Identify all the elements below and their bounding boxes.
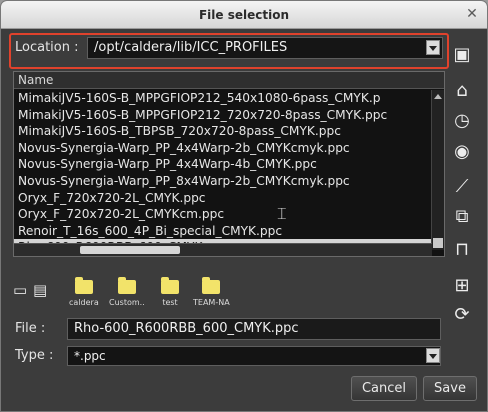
new-folder-icon[interactable]: ▭ bbox=[13, 281, 27, 299]
list-item[interactable]: MimakiJV5-160S-B_TBPSB_720x720-8pass_CMY… bbox=[14, 123, 432, 140]
location-dropdown-icon[interactable] bbox=[426, 40, 440, 55]
list-item[interactable]: Oryx_F_720x720-2L_CMYKcm.ppc bbox=[14, 206, 432, 223]
mouse-cursor-icon: ⌶ bbox=[277, 204, 287, 223]
folder-icon bbox=[117, 277, 136, 294]
drive-icon[interactable]: ⊓ bbox=[449, 236, 475, 262]
folder-icon bbox=[161, 277, 179, 294]
scroll-up-icon[interactable] bbox=[434, 94, 442, 99]
horizontal-scrollbar[interactable] bbox=[14, 243, 432, 256]
list-item[interactable]: Oryx_F_720x720-2L_CMYK.ppc bbox=[14, 190, 432, 207]
list-item[interactable]: MimakiJV5-160S-B_MPPGFIOP212_540x1080-6p… bbox=[14, 90, 432, 107]
link-icon[interactable]: ⟋ bbox=[449, 173, 475, 199]
folder-test[interactable]: test bbox=[161, 277, 179, 307]
folder-caldera[interactable]: caldera bbox=[69, 277, 99, 307]
scroll-thumb[interactable] bbox=[80, 246, 180, 254]
folder-custom[interactable]: Custom.. bbox=[109, 277, 145, 307]
location-field[interactable]: /opt/caldera/lib/ICC_PROFILES bbox=[87, 37, 443, 59]
add-folder-icon[interactable]: ⊞ bbox=[449, 272, 475, 298]
new-folder-icon[interactable]: ▣ bbox=[449, 41, 475, 67]
folder-icon bbox=[202, 277, 221, 294]
file-name-input[interactable]: Rho-600_R600RBB_600_CMYK.ppc bbox=[67, 318, 441, 340]
clock-icon[interactable]: ◷ bbox=[449, 107, 475, 133]
network-icon[interactable]: ⧉ bbox=[449, 203, 475, 229]
type-label: Type : bbox=[15, 348, 54, 363]
file-selection-dialog: File selection ✕ Location : /opt/caldera… bbox=[0, 0, 488, 412]
list-item[interactable]: Novus-Synergia-Warp_PP_8x4Warp-2b_CMYKcm… bbox=[14, 173, 432, 190]
save-button[interactable]: Save bbox=[423, 376, 477, 401]
cancel-button[interactable]: Cancel bbox=[351, 376, 417, 401]
refresh-icon[interactable]: ⟳ bbox=[449, 301, 475, 327]
type-dropdown-icon[interactable] bbox=[426, 348, 440, 363]
folder-icon bbox=[74, 277, 93, 294]
folder-team-na[interactable]: TEAM-NA bbox=[193, 277, 230, 307]
home-icon[interactable]: ⌂ bbox=[449, 77, 475, 103]
list-item[interactable]: Novus-Synergia-Warp_PP_4x4Warp-2b_CMYKcm… bbox=[14, 140, 432, 157]
column-header-name[interactable]: Name bbox=[14, 72, 444, 89]
title-bar: File selection ✕ bbox=[1, 1, 487, 29]
list-item[interactable]: MimakiJV5-160S-B_MPPGFIOP212_720x720-8pa… bbox=[14, 107, 432, 124]
file-label: File : bbox=[15, 321, 46, 336]
scroll-down-icon[interactable] bbox=[433, 238, 443, 248]
list-item[interactable]: Novus-Synergia-Warp_PP_4x4Warp-4b_CMYK.p… bbox=[14, 156, 432, 173]
type-select[interactable]: *.ppc bbox=[67, 346, 441, 366]
close-icon[interactable]: ✕ bbox=[465, 7, 479, 21]
disc-icon[interactable]: ◉ bbox=[449, 138, 475, 164]
printer-icon[interactable]: ▤ bbox=[33, 281, 47, 299]
location-label: Location : bbox=[15, 40, 79, 55]
list-item[interactable]: Renoir_T_16s_600_4P_Bi_special_CMYK.ppc bbox=[14, 223, 432, 240]
window-title: File selection bbox=[198, 7, 290, 22]
vertical-scrollbar[interactable] bbox=[431, 90, 444, 250]
file-rows: MimakiJV5-160S-B_MPPGFIOP212_540x1080-6p… bbox=[14, 90, 432, 256]
file-list[interactable]: Name MimakiJV5-160S-B_MPPGFIOP212_540x10… bbox=[13, 71, 445, 257]
